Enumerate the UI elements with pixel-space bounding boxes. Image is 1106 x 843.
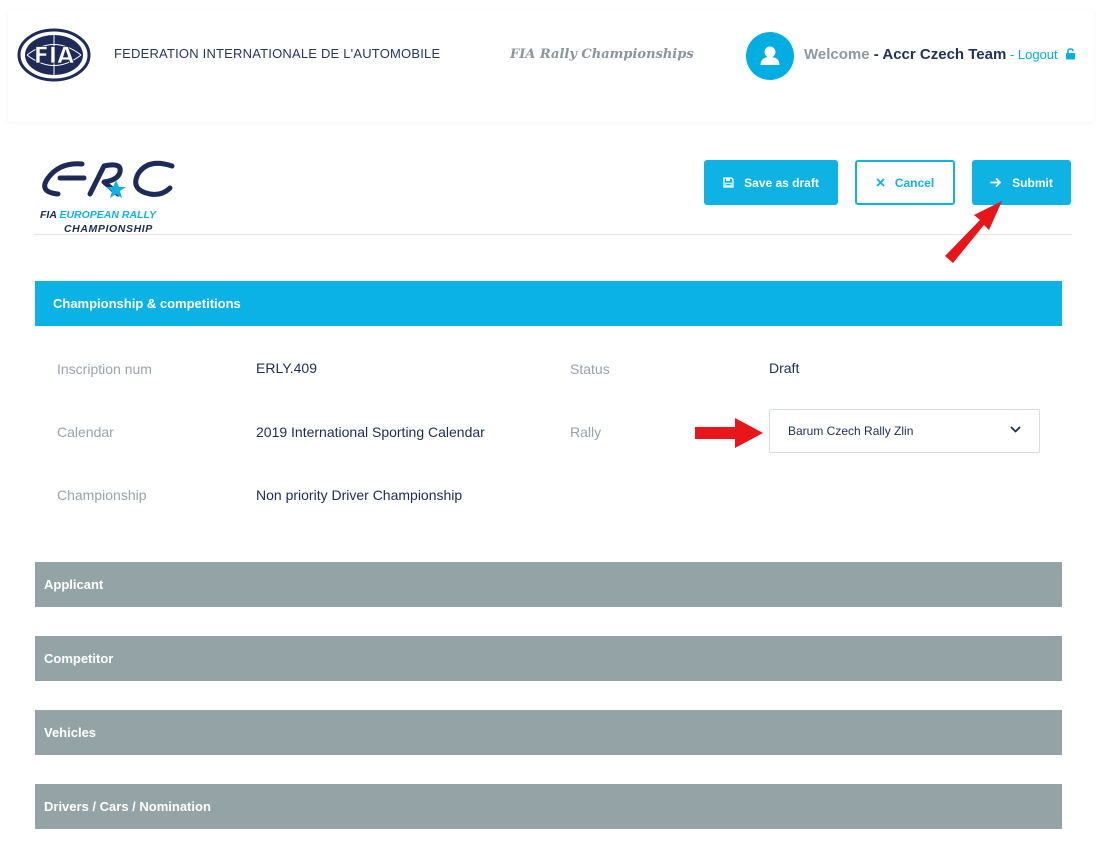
logout-link[interactable]: Logout [1018,47,1058,62]
calendar-label: Calendar [57,424,114,440]
header-divider [34,234,1072,235]
section-title: Applicant [44,577,104,592]
section-title: Drivers / Cars / Nomination [44,799,211,814]
welcome-sep: - [869,46,883,63]
rally-select[interactable]: Barum Czech Rally Zlin [769,409,1040,453]
svg-text:FIA EUROPEAN RALLY: FIA EUROPEAN RALLY [40,209,157,221]
save-draft-label: Save as draft [744,175,819,190]
inscription-label: Inscription num [57,361,152,377]
inscription-value: ERLY.409 [256,360,317,376]
section-title: Vehicles [44,725,97,740]
erc-logo: FIA EUROPEAN RALLY CHAMPIONSHIP [40,160,175,235]
annotation-arrow-rally [695,418,763,448]
top-header: FIA FEDERATION INTERNATIONALE DE L'AUTOM… [8,10,1094,122]
logout-sep: - [1006,47,1018,62]
rally-label: Rally [570,424,602,440]
status-value: Draft [769,360,800,376]
championships-link[interactable]: FIA Rally Championships [510,47,694,62]
calendar-value: 2019 International Sporting Calendar [256,424,485,440]
section-vehicles-header[interactable]: Vehicles [35,710,1062,755]
user-avatar[interactable] [746,32,794,80]
championship-value: Non priority Driver Championship [256,487,463,503]
user-name: Accr Czech Team [882,46,1007,63]
submit-label: Submit [1012,175,1053,190]
cancel-label: Cancel [894,175,935,190]
rally-select-value: Barum Czech Rally Zlin [788,424,914,438]
save-draft-button[interactable]: Save as draft [704,160,838,205]
welcome-label: Welcome [804,46,870,63]
welcome-block: Welcome - Accr Czech Team - Logout [804,46,1076,63]
floppy-disk-icon [723,177,734,188]
user-icon [760,46,780,65]
fia-logo[interactable]: FIA [17,28,91,82]
svg-text:FIA: FIA [34,44,74,69]
chevron-down-icon [1010,426,1021,433]
section-title: Championship & competitions [53,296,241,311]
status-label: Status [570,361,610,377]
org-name: FEDERATION INTERNATIONALE DE L'AUTOMOBIL… [114,46,441,61]
unlock-icon[interactable] [1065,48,1076,60]
section-competitor-header[interactable]: Competitor [35,636,1062,681]
section-applicant-header[interactable]: Applicant [35,562,1062,607]
close-icon [876,178,885,187]
section-championship-header[interactable]: Championship & competitions [35,281,1062,326]
arrow-right-icon [990,178,1002,187]
annotation-arrow-submit [945,201,1002,263]
section-drivers-header[interactable]: Drivers / Cars / Nomination [35,784,1062,829]
championship-label: Championship [57,487,147,503]
section-title: Competitor [44,651,114,666]
